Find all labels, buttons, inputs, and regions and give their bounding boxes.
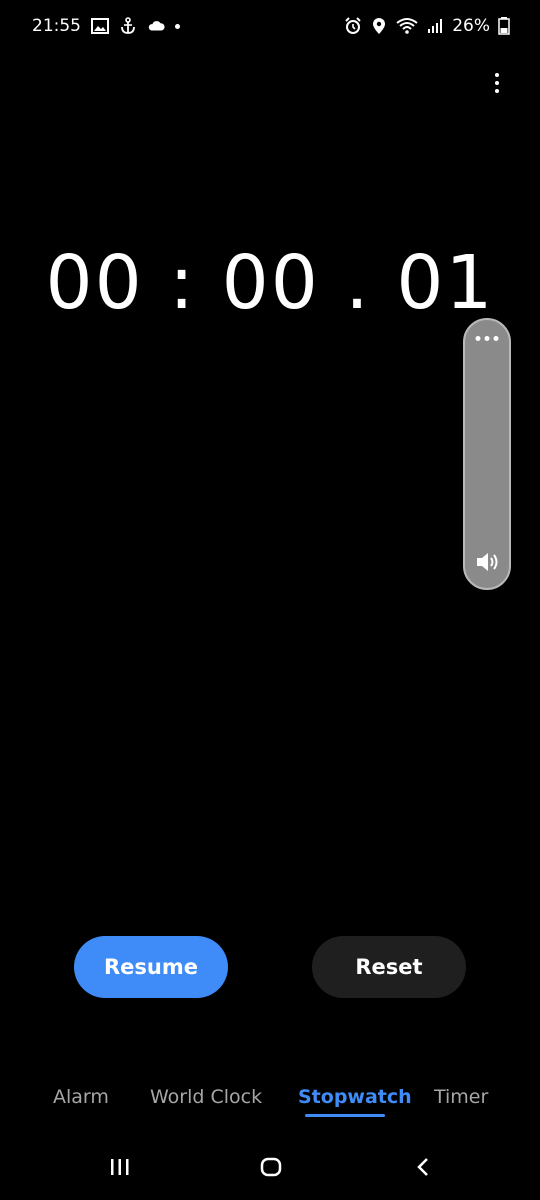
bottom-tabs: Alarm World Clock Stopwatch Timer [0,1080,540,1122]
home-button[interactable] [251,1152,291,1182]
more-dots-icon[interactable] [475,336,499,341]
resume-button[interactable]: Resume [74,936,228,998]
wifi-icon [396,18,418,34]
more-options-button[interactable] [482,68,512,98]
status-bar: 21:55 26% [0,0,540,56]
active-tab-indicator [305,1114,385,1117]
resume-label: Resume [104,955,198,979]
tab-world-clock[interactable]: World Clock [150,1086,262,1108]
more-options-icon [495,89,499,93]
stopwatch-time: 00 : 00 . 01 [45,240,495,326]
anchor-icon [121,17,135,34]
speaker-icon[interactable] [473,548,501,576]
recents-icon [111,1159,129,1175]
image-icon [91,18,109,34]
dot-icon [175,23,180,29]
signal-icon [428,19,443,33]
volume-panel[interactable] [463,318,511,590]
location-icon [373,18,386,34]
navigation-bar [0,1140,540,1200]
tab-stopwatch[interactable]: Stopwatch [298,1086,412,1108]
status-right: 26% [344,16,510,36]
reset-label: Reset [355,955,423,979]
battery-icon [498,17,510,35]
more-options-icon [495,73,499,77]
back-button[interactable] [403,1152,443,1182]
tab-timer[interactable]: Timer [434,1086,488,1108]
more-options-icon [495,81,499,85]
recents-button[interactable] [100,1152,140,1182]
status-left: 21:55 [32,16,180,36]
status-time: 21:55 [32,16,81,36]
tab-alarm[interactable]: Alarm [53,1086,109,1108]
alarm-icon [345,17,361,34]
reset-button[interactable]: Reset [312,936,466,998]
cloud-icon [148,21,165,31]
back-icon [417,1158,428,1176]
battery-percent: 26% [452,16,490,36]
home-icon [260,1157,282,1177]
